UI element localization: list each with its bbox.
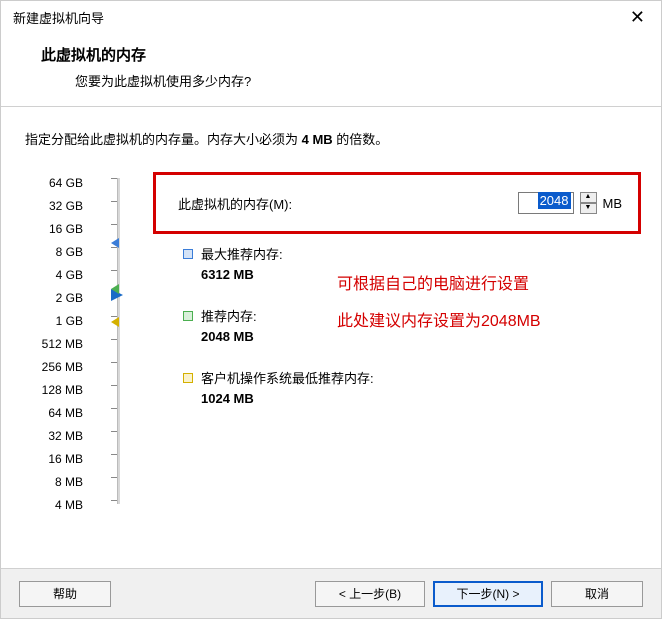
scale-label: 4 MB [55, 497, 83, 514]
annotation-text-1: 可根据自己的电脑进行设置 [337, 270, 529, 294]
page-title: 此虚拟机的内存 [41, 44, 621, 65]
memory-input-highlight: 此虚拟机的内存(M): 2048 ▲ ▼ MB [153, 172, 641, 234]
spinner-down-icon[interactable]: ▼ [580, 203, 597, 214]
scale-label: 64 MB [48, 405, 83, 422]
min-marker-icon [111, 317, 119, 327]
square-green-icon [183, 311, 193, 321]
scale-label: 2 GB [56, 290, 83, 307]
memory-input-value: 2048 [538, 192, 571, 209]
window-title: 新建虚拟机向导 [13, 8, 104, 27]
scale-label: 64 GB [49, 175, 83, 192]
rec-marker-icon [111, 284, 119, 294]
close-icon[interactable]: ✕ [624, 7, 651, 28]
min-rec-value: 1024 MB [201, 391, 641, 406]
scale-label: 16 GB [49, 221, 83, 238]
memory-slider[interactable] [117, 178, 120, 504]
page-subtitle: 您要为此虚拟机使用多少内存? [41, 71, 621, 90]
scale-label: 32 MB [48, 428, 83, 445]
next-button[interactable]: 下一步(N) > [433, 581, 543, 607]
scale-label: 32 GB [49, 198, 83, 215]
scale-label: 4 GB [56, 267, 83, 284]
back-button[interactable]: < 上一步(B) [315, 581, 425, 607]
cancel-button[interactable]: 取消 [551, 581, 643, 607]
memory-unit: MB [603, 196, 623, 211]
min-rec-label: 客户机操作系统最低推荐内存: [201, 368, 374, 387]
instruction-bold: 4 MB [302, 132, 333, 147]
scale-label: 16 MB [48, 451, 83, 468]
scale-label: 256 MB [42, 359, 83, 376]
rec-value: 2048 MB [201, 329, 641, 344]
scale-label: 128 MB [42, 382, 83, 399]
scale-label: 1 GB [56, 313, 83, 330]
annotation-text-2: 此处建议内存设置为2048MB [337, 307, 541, 331]
instruction-text: 指定分配给此虚拟机的内存量。内存大小必须为 4 MB 的倍数。 [25, 129, 641, 148]
square-blue-icon [183, 249, 193, 259]
scale-label: 8 GB [56, 244, 83, 261]
scale-label: 512 MB [42, 336, 83, 353]
instruction-suffix: 的倍数。 [333, 132, 389, 147]
memory-scale-labels: 64 GB 32 GB 16 GB 8 GB 4 GB 2 GB 1 GB 51… [25, 172, 83, 514]
memory-field-label: 此虚拟机的内存(M): [178, 194, 508, 213]
rec-label: 推荐内存: [201, 306, 257, 325]
square-yellow-icon [183, 373, 193, 383]
spinner-up-icon[interactable]: ▲ [580, 192, 597, 203]
memory-input[interactable]: 2048 [518, 192, 574, 214]
max-marker-icon [111, 238, 119, 248]
help-button[interactable]: 帮助 [19, 581, 111, 607]
instruction-prefix: 指定分配给此虚拟机的内存量。内存大小必须为 [25, 132, 302, 147]
scale-label: 8 MB [55, 474, 83, 491]
max-rec-label: 最大推荐内存: [201, 244, 283, 263]
